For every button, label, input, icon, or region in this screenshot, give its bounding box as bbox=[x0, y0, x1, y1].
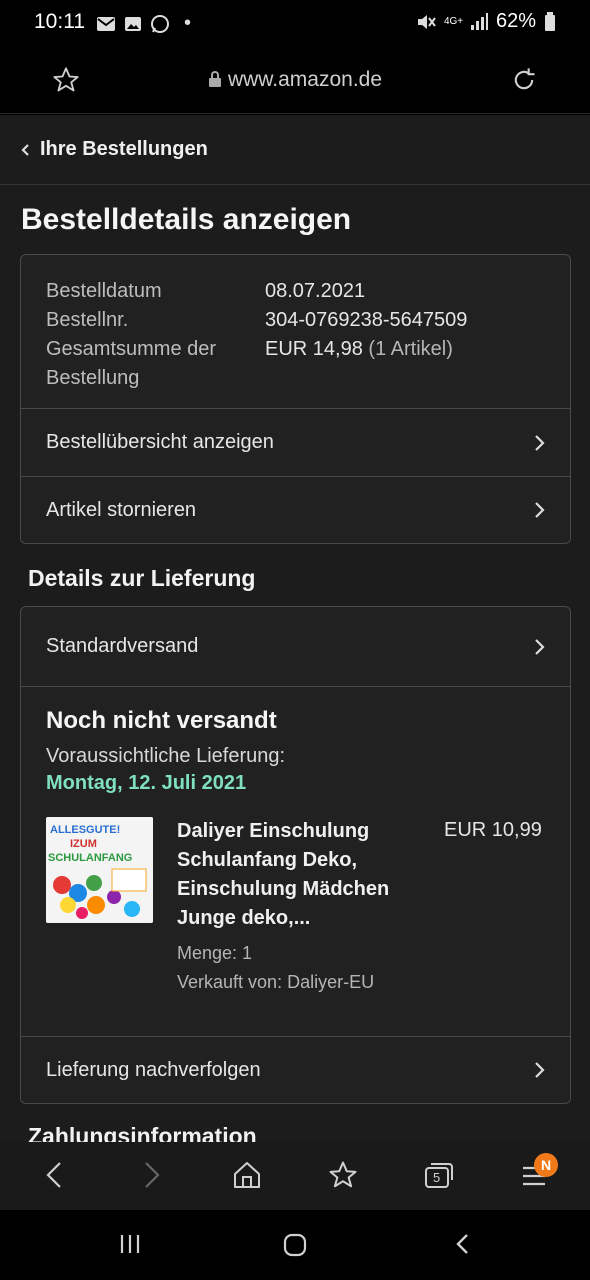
chevron-right-icon bbox=[535, 434, 545, 451]
breadcrumb-label: Ihre Bestellungen bbox=[40, 138, 208, 160]
signal-icon bbox=[470, 12, 488, 30]
browser-toolbar: 5 N bbox=[0, 1142, 590, 1210]
order-summary-card: Bestelldatum 08.07.2021 Bestellnr. 304-076… bbox=[20, 254, 571, 544]
order-total-label-line2: Bestellung bbox=[46, 367, 140, 389]
system-back-icon[interactable] bbox=[452, 1232, 472, 1256]
order-item-count: (1 Artikel) bbox=[368, 338, 453, 360]
back-icon[interactable] bbox=[42, 1160, 66, 1190]
home-icon[interactable] bbox=[232, 1160, 262, 1190]
network-type: 4G+ bbox=[443, 15, 464, 27]
order-total-label: Gesamtsumme der Bestellung bbox=[46, 335, 265, 393]
shipping-method-label: Standardversand bbox=[46, 635, 199, 657]
menu-notification-badge: N bbox=[534, 1153, 558, 1177]
reload-icon[interactable] bbox=[510, 66, 538, 94]
order-date-value: 08.07.2021 bbox=[265, 280, 366, 302]
expected-delivery-date: Montag, 12. Juli 2021 bbox=[46, 772, 247, 794]
order-total-value: EUR 14,98 (1 Artikel) bbox=[265, 335, 453, 393]
product-quantity: Menge: 1 bbox=[177, 943, 253, 963]
page-title: Bestelldetails anzeigen bbox=[21, 203, 352, 236]
url-text: www.amazon.de bbox=[227, 68, 383, 91]
chevron-left-icon bbox=[21, 143, 29, 156]
more-notifications-dot: • bbox=[184, 12, 192, 34]
battery-icon bbox=[545, 11, 555, 31]
order-total-label-line1: Gesamtsumme der bbox=[46, 338, 217, 360]
chevron-right-icon bbox=[535, 1062, 545, 1078]
track-delivery-label: Lieferung nachverfolgen bbox=[46, 1058, 261, 1081]
page-content: Ihre Bestellungen Bestelldetails anzeige… bbox=[0, 115, 590, 1142]
order-info: Bestelldatum 08.07.2021 Bestellnr. 304-076… bbox=[21, 255, 570, 409]
tabs-button[interactable]: 5 bbox=[423, 1160, 455, 1190]
product-seller: Verkauft von: Daliyer-EU bbox=[177, 972, 375, 992]
delivery-card: Standardversand Noch nicht versandt Vora… bbox=[20, 606, 571, 1104]
mute-icon bbox=[417, 14, 436, 29]
lock-icon bbox=[208, 71, 221, 87]
order-date-label: Bestelldatum bbox=[46, 280, 162, 302]
bookmarks-icon[interactable] bbox=[327, 1160, 359, 1190]
view-order-summary-link[interactable]: Bestellübersicht anzeigen bbox=[21, 409, 570, 476]
browser-url-bar: www.amazon.de bbox=[0, 46, 590, 114]
chevron-right-icon bbox=[535, 502, 545, 518]
chevron-right-icon bbox=[535, 638, 545, 655]
whatsapp-icon bbox=[151, 14, 169, 33]
view-order-summary-label: Bestellübersicht anzeigen bbox=[46, 431, 274, 453]
expected-delivery-label: Voraussichtliche Lieferung: bbox=[46, 745, 286, 767]
cancel-items-link[interactable]: Artikel stornieren bbox=[21, 476, 570, 543]
forward-icon[interactable] bbox=[140, 1160, 164, 1190]
battery-percent: 62% bbox=[495, 10, 536, 32]
delivery-heading: Details zur Lieferung bbox=[28, 565, 256, 591]
product-image[interactable]: ALLESGUTE! IZUM SCHULANFANG bbox=[46, 817, 153, 923]
product-title-link[interactable]: Daliyer Einschulung Schulanfang Deko, Ei… bbox=[177, 817, 422, 933]
clock: 10:11 bbox=[34, 10, 85, 33]
notification-icons: • bbox=[96, 12, 191, 35]
recent-apps-icon[interactable] bbox=[118, 1232, 142, 1256]
track-delivery-link[interactable]: Lieferung nachverfolgen bbox=[21, 1037, 570, 1103]
product-price: EUR 10,99 bbox=[444, 819, 542, 841]
tab-count: 5 bbox=[433, 1170, 441, 1185]
breadcrumb[interactable]: Ihre Bestellungen bbox=[0, 115, 590, 185]
product-image-art: ALLESGUTE! IZUM SCHULANFANG bbox=[46, 817, 153, 923]
status-bar: 10:11 • 4G+ 62% bbox=[0, 0, 590, 46]
home-button-icon[interactable] bbox=[282, 1232, 308, 1258]
shipping-method-link[interactable]: Standardversand bbox=[21, 607, 570, 687]
svg-text:IZUM: IZUM bbox=[70, 838, 97, 850]
order-number-value: 304-0769238-5647509 bbox=[265, 309, 468, 331]
order-number-label: Bestellnr. bbox=[46, 309, 129, 331]
order-item: ALLESGUTE! IZUM SCHULANFANG Daliyer Eins… bbox=[46, 817, 545, 997]
order-total-amount: EUR 14,98 bbox=[265, 338, 363, 360]
svg-text:SCHULANFANG: SCHULANFANG bbox=[48, 852, 132, 864]
shipment-status: Noch nicht versandt bbox=[46, 707, 277, 734]
mail-icon bbox=[97, 16, 115, 31]
shipment-section: Noch nicht versandt Voraussichtliche Lie… bbox=[21, 687, 570, 1037]
payment-heading: Zahlungsinformation bbox=[28, 1123, 257, 1142]
svg-text:ALLESGUTE!: ALLESGUTE! bbox=[50, 824, 120, 836]
gallery-icon bbox=[125, 16, 141, 31]
system-nav-bar bbox=[0, 1210, 590, 1280]
cancel-items-label: Artikel stornieren bbox=[46, 498, 197, 521]
url-field[interactable]: www.amazon.de bbox=[0, 68, 590, 92]
